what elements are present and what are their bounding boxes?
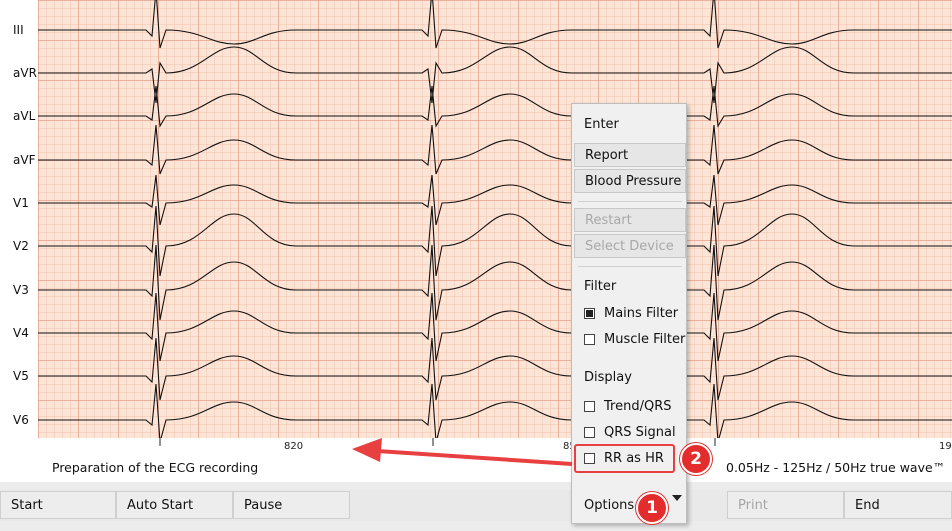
time-tick-label: 19	[939, 441, 952, 452]
checkbox-icon	[584, 334, 595, 345]
time-tick-label: 820	[284, 441, 304, 452]
options-button[interactable]: Options	[584, 498, 634, 513]
mains-filter-checkbox[interactable]: Mains Filter	[584, 306, 678, 321]
dropdown-arrow-icon[interactable]	[672, 495, 682, 501]
mains-filter-label: Mains Filter	[604, 306, 679, 321]
qrs-signal-label: QRS Signal	[604, 425, 676, 440]
start-button[interactable]: Start	[0, 491, 116, 519]
print-button[interactable]: Print	[727, 491, 844, 519]
step-badge-1: 1	[636, 492, 668, 524]
select-device-button[interactable]: Select Device	[574, 234, 686, 258]
filter-heading: Filter	[584, 279, 617, 294]
muscle-filter-label: Muscle Filter	[604, 332, 686, 347]
trend-qrs-checkbox[interactable]: Trend/QRS	[584, 399, 671, 414]
pause-button[interactable]: Pause	[233, 491, 350, 519]
menu-item-enter[interactable]: Enter	[584, 117, 619, 132]
ecg-display: III aVR aVL aVF V1 V2 V3 V4 V5 V6 820 85…	[0, 0, 952, 482]
checkbox-icon	[584, 427, 595, 438]
qrs-signal-checkbox[interactable]: QRS Signal	[584, 425, 676, 440]
report-button[interactable]: Report	[574, 143, 686, 167]
step-badge-2: 2	[680, 443, 712, 475]
restart-button[interactable]: Restart	[574, 208, 686, 232]
status-text: Preparation of the ECG recording	[52, 460, 259, 475]
end-button[interactable]: End	[844, 491, 952, 519]
blood-pressure-button[interactable]: Blood Pressure	[574, 169, 686, 193]
filter-info: 0.05Hz - 125Hz / 50Hz true wave™	[726, 460, 946, 475]
auto-start-button[interactable]: Auto Start	[116, 491, 233, 519]
checkbox-checked-icon	[584, 308, 595, 319]
display-heading: Display	[584, 370, 632, 385]
menu-divider	[578, 266, 682, 267]
highlight-box	[574, 444, 675, 473]
menu-divider	[578, 201, 682, 202]
time-axis	[159, 438, 716, 446]
checkbox-icon	[584, 401, 595, 412]
muscle-filter-checkbox[interactable]: Muscle Filter	[584, 332, 685, 347]
trend-qrs-label: Trend/QRS	[604, 399, 672, 414]
